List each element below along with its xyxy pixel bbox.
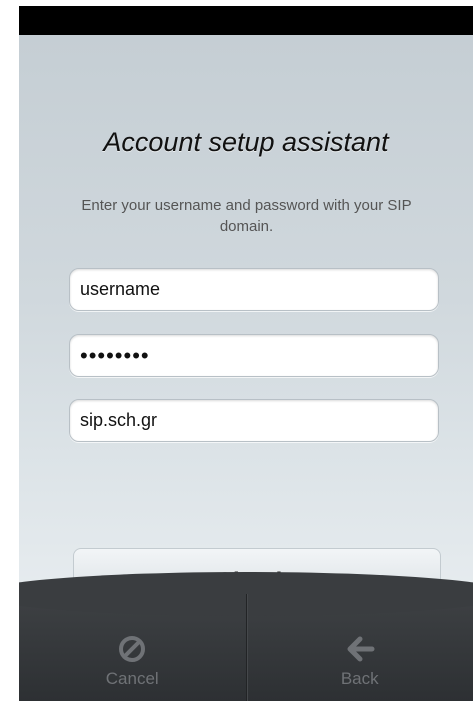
- back-arrow-icon: [347, 636, 375, 662]
- back-tab[interactable]: Back: [245, 594, 473, 701]
- phone-screen: Account setup assistant Enter your usern…: [19, 6, 473, 701]
- cancel-tab[interactable]: Cancel: [19, 594, 246, 701]
- cancel-icon: [119, 636, 146, 662]
- bottom-tab-bar: Cancel Back: [19, 572, 473, 701]
- back-label: Back: [340, 669, 379, 688]
- password-field[interactable]: [69, 334, 439, 377]
- instructions-text: Enter your username and password with yo…: [81, 197, 412, 235]
- username-field[interactable]: [69, 268, 439, 311]
- setup-screen: Account setup assistant Enter your usern…: [19, 35, 473, 615]
- cancel-label: Cancel: [105, 669, 159, 688]
- status-bar: [19, 6, 473, 35]
- page-title: Account setup assistant: [103, 127, 389, 157]
- domain-field[interactable]: [69, 399, 439, 442]
